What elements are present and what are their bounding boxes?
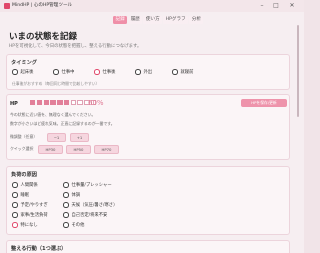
recover-card: 整える行動（1つ選ぶ） [6,240,290,253]
app-window: MindHP | 心のHP管理ツール – □ ✕ 記録 履歴 使い方 HPグラフ… [0,0,304,253]
quick-hp50-button[interactable]: HP50 [66,145,91,154]
radio-icon [172,69,178,75]
radio-icon [53,69,59,75]
page-subtitle: HPを可視化して、今日の状態を把握し、整える行動につなげます。 [9,44,142,49]
timing-card: タイミング 起床後 仕事中 仕事後 外出 就寝前 仕事後がおすすめ（毎回同じ時間… [6,54,290,90]
cause-sleep[interactable]: 睡眠 [12,192,29,198]
scrollbar[interactable] [297,25,299,117]
radio-icon [63,222,69,228]
hp-hint-1: 今の状態に近い値を、無理なく選んでください。 [10,112,96,117]
timing-option-after-work[interactable]: 仕事後 [94,69,115,75]
app-logo-icon [4,3,10,9]
cause-workload[interactable]: 仕事量/プレッシャー [63,182,112,188]
close-icon[interactable]: ✕ [286,1,298,10]
cause-none[interactable]: 特になし [12,222,38,228]
cause-other[interactable]: その他 [63,222,84,228]
maximize-icon[interactable]: □ [270,1,282,10]
timing-option-bedtime[interactable]: 就寝前 [172,69,193,75]
hp-square[interactable] [57,100,63,106]
recover-title: 整える行動（1つ選ぶ） [11,246,67,252]
hp-square[interactable] [36,100,43,106]
radio-selected-icon [94,69,100,75]
adjust-label: 微調整（任意） [10,134,38,139]
tab-howto[interactable]: 使い方 [143,16,163,24]
cause-housework[interactable]: 家事/生活負荷 [12,212,48,218]
cause-relationships[interactable]: 人間関係 [12,182,38,188]
radio-icon [12,202,18,208]
minimize-icon[interactable]: – [256,1,268,10]
radio-icon [12,212,18,218]
hp-square[interactable] [70,100,77,106]
radio-icon [12,69,18,75]
plus-one-button[interactable]: +1 [70,133,89,142]
hp-square[interactable] [63,100,70,106]
timing-note: 仕事後がおすすめ（毎回同じ時間で比較しやすい） [12,81,100,86]
save-hp-button[interactable]: HPを保存/更新 [241,99,287,107]
hp-hint-2: 数字が小さいほど疲れ気味。正直に記録するのが一番です。 [10,121,115,126]
radio-icon [63,202,69,208]
tab-history[interactable]: 履歴 [128,16,143,24]
radio-icon [12,192,18,198]
quick-select-label: クイック選択 [10,146,34,151]
title-bar: MindHP | 心のHP管理ツール – □ ✕ [0,0,304,12]
hp-label: HP [10,101,18,107]
hp-percent: 60% [88,99,104,107]
page-title: いまの状態を記録 [9,32,78,42]
app-title: MindHP | 心のHP管理ツール [12,3,73,8]
hp-meter[interactable] [30,100,97,106]
cause-health[interactable]: 体調 [63,192,80,198]
tab-bar: 記録 履歴 使い方 HPグラフ 分析 [113,16,204,24]
timing-option-wakeup[interactable]: 起床後 [12,69,33,75]
hp-square[interactable] [43,100,49,106]
radio-icon [63,182,69,188]
minus-one-button[interactable]: −1 [47,133,66,142]
quick-hp70-button[interactable]: HP70 [94,145,119,154]
tab-hp-graph[interactable]: HPグラフ [163,16,189,24]
radio-icon [12,182,18,188]
timing-option-working[interactable]: 仕事中 [53,69,74,75]
load-title: 負荷の原因 [11,172,37,178]
hp-square[interactable] [50,100,56,106]
radio-selected-icon [12,222,18,228]
timing-title: タイミング [11,60,37,66]
load-cause-card: 負荷の原因 人間関係 仕事量/プレッシャー 睡眠 体調 予定/やりすぎ 天候（気… [6,166,290,235]
tab-analysis[interactable]: 分析 [189,16,204,24]
radio-icon [135,69,141,75]
tab-record[interactable]: 記録 [113,16,128,24]
radio-icon [63,192,69,198]
cause-weather[interactable]: 天候（気圧/暑さ/寒さ） [63,202,117,208]
hp-square[interactable] [30,100,36,106]
hp-square[interactable] [77,100,83,106]
radio-icon [63,212,69,218]
timing-option-outing[interactable]: 外出 [135,69,152,75]
cause-overcommitment[interactable]: 予定/やりすぎ [12,202,48,208]
quick-hp30-button[interactable]: HP30 [38,145,63,154]
cause-self-doubt[interactable]: 自己否定/将来不安 [63,212,107,218]
